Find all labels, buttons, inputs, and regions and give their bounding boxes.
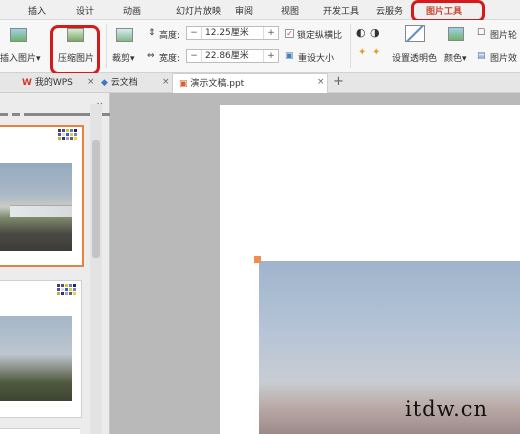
lock-ratio-label: 锁定纵横比 xyxy=(297,31,343,41)
new-tab-button[interactable]: + xyxy=(333,74,344,89)
divider xyxy=(350,24,351,68)
chevron-down-icon: ▾ xyxy=(462,54,467,64)
tab-slideshow[interactable]: 幻灯片放映 xyxy=(176,4,221,17)
color-icon xyxy=(448,27,464,41)
width-input[interactable]: 22.86厘米 xyxy=(201,50,264,62)
tab-design[interactable]: 设计 xyxy=(76,4,94,17)
crop-icon xyxy=(116,28,133,42)
color-palette-decoration xyxy=(58,129,77,140)
tab-cloud-service[interactable]: 云服务 xyxy=(376,4,403,17)
slide-thumbnail-1[interactable] xyxy=(0,125,84,267)
wps-logo-icon: W xyxy=(22,78,32,88)
set-transparent-button[interactable]: 设置透明色 xyxy=(392,51,437,64)
tab-review[interactable]: 审阅 xyxy=(235,4,253,17)
width-icon: ⇔ xyxy=(147,51,155,61)
crop-label: 裁剪 xyxy=(112,54,131,64)
sparkle-icon[interactable]: ✦ xyxy=(372,47,380,58)
tab-view[interactable]: 视图 xyxy=(281,4,299,17)
close-icon[interactable]: × xyxy=(162,77,170,87)
document-tab-bar: W 我的WPS × ◆ 云文档 × ▣ 演示文稿.ppt × + xyxy=(0,73,520,93)
width-label: 宽度: xyxy=(159,54,181,64)
picture-tools-highlight xyxy=(411,0,485,22)
chevron-down-icon: ▾ xyxy=(130,54,135,64)
color-palette-decoration xyxy=(57,284,76,295)
reset-size-icon: ▣ xyxy=(285,51,294,61)
width-increment-button[interactable]: + xyxy=(264,51,278,61)
set-transparent-icon xyxy=(405,25,425,42)
height-icon: ⇕ xyxy=(148,28,156,38)
height-input[interactable]: 12.25厘米 xyxy=(201,27,264,39)
slide-thumbnail-image xyxy=(10,205,72,217)
resize-handle[interactable] xyxy=(254,256,261,263)
close-icon[interactable]: × xyxy=(317,77,325,87)
picture-effect-button[interactable]: 图片效 xyxy=(490,51,517,64)
insert-picture-button[interactable]: 插入图片▾ xyxy=(0,51,41,64)
tab-animation[interactable]: 动画 xyxy=(123,4,141,17)
sparkle-icon[interactable]: ✦ xyxy=(358,47,366,58)
divider xyxy=(106,24,107,68)
width-decrement-button[interactable]: − xyxy=(187,51,201,61)
thumbnail-scroll-thumb[interactable] xyxy=(92,140,100,258)
cloud-icon: ◆ xyxy=(101,78,108,88)
tab-active-document[interactable]: ▣ 演示文稿.ppt xyxy=(172,73,328,93)
color-button[interactable]: 颜色▾ xyxy=(444,51,467,64)
crop-button[interactable]: 裁剪▾ xyxy=(112,51,135,64)
active-document-label: 演示文稿.ppt xyxy=(190,79,245,89)
compress-picture-highlight xyxy=(50,25,100,75)
tab-cloud-docs[interactable]: ◆ 云文档 xyxy=(101,73,169,93)
tab-developer[interactable]: 开发工具 xyxy=(323,4,359,17)
tab-my-wps[interactable]: W 我的WPS xyxy=(22,73,97,93)
picture-outline-icon: ☐ xyxy=(477,28,486,38)
height-decrement-button[interactable]: − xyxy=(187,28,201,38)
lock-ratio-checkbox[interactable]: ✓ xyxy=(285,29,294,38)
slide-thumbnail-image xyxy=(0,316,72,401)
brightness-icon[interactable]: ◑ xyxy=(370,26,380,39)
picture-effect-icon: ▤ xyxy=(477,51,486,61)
reset-size-button[interactable]: 重设大小 xyxy=(298,51,334,64)
width-stepper[interactable]: − 22.86厘米 + xyxy=(186,49,279,63)
picture-outline-button[interactable]: 图片轮 xyxy=(490,28,517,41)
height-label: 高度: xyxy=(159,31,181,41)
slide-thumbnail-2[interactable] xyxy=(0,280,82,418)
color-label: 颜色 xyxy=(444,54,463,64)
tab-insert[interactable]: 插入 xyxy=(28,4,46,17)
tab-my-wps-label: 我的WPS xyxy=(34,78,73,88)
height-increment-button[interactable]: + xyxy=(264,28,278,38)
insert-picture-label: 插入图片 xyxy=(0,54,37,64)
contrast-icon[interactable]: ◐ xyxy=(356,26,366,39)
ppt-file-icon: ▣ xyxy=(179,79,188,89)
watermark-text: itdw.cn xyxy=(405,397,489,421)
slide-thumbnail-3[interactable] xyxy=(0,428,80,434)
height-stepper[interactable]: − 12.25厘米 + xyxy=(186,26,279,40)
chevron-down-icon: ▾ xyxy=(36,54,41,64)
tab-cloud-docs-label: 云文档 xyxy=(110,78,138,88)
insert-picture-icon xyxy=(10,28,27,42)
close-icon[interactable]: × xyxy=(87,77,95,87)
